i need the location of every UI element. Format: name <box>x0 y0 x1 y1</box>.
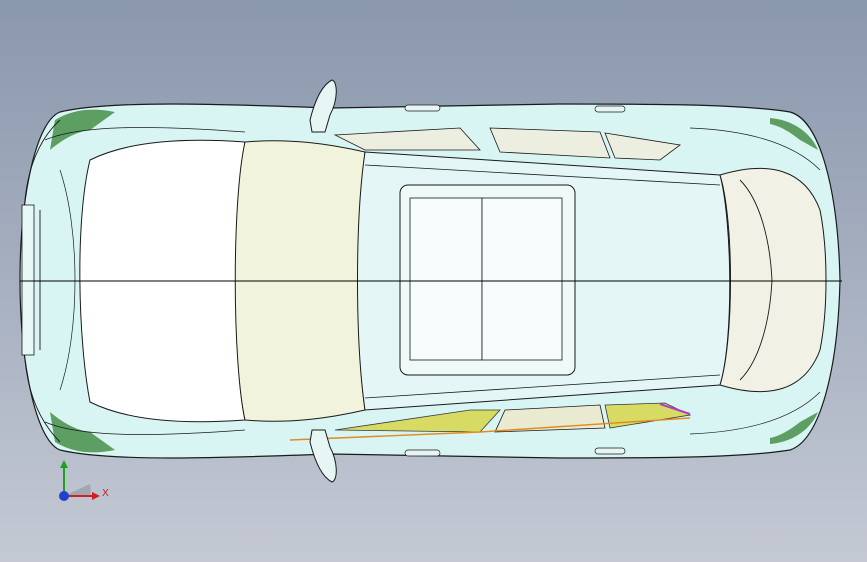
graphics-viewport[interactable]: X <box>0 0 867 562</box>
door-handle-bottom-front <box>404 449 441 457</box>
door-handle-bottom-rear <box>594 447 626 455</box>
x-axis-label: X <box>102 488 109 499</box>
coordinate-triad: X <box>50 458 110 508</box>
front-grille <box>21 204 35 356</box>
sunroof-glass-front <box>409 197 483 361</box>
car-model[interactable] <box>0 0 867 562</box>
rear-hatch <box>719 168 827 392</box>
door-handle-top-front <box>404 104 441 112</box>
door-handle-top-rear <box>594 105 626 113</box>
sunroof-glass-rear <box>481 197 563 361</box>
coordinate-triad-icon <box>59 460 100 501</box>
